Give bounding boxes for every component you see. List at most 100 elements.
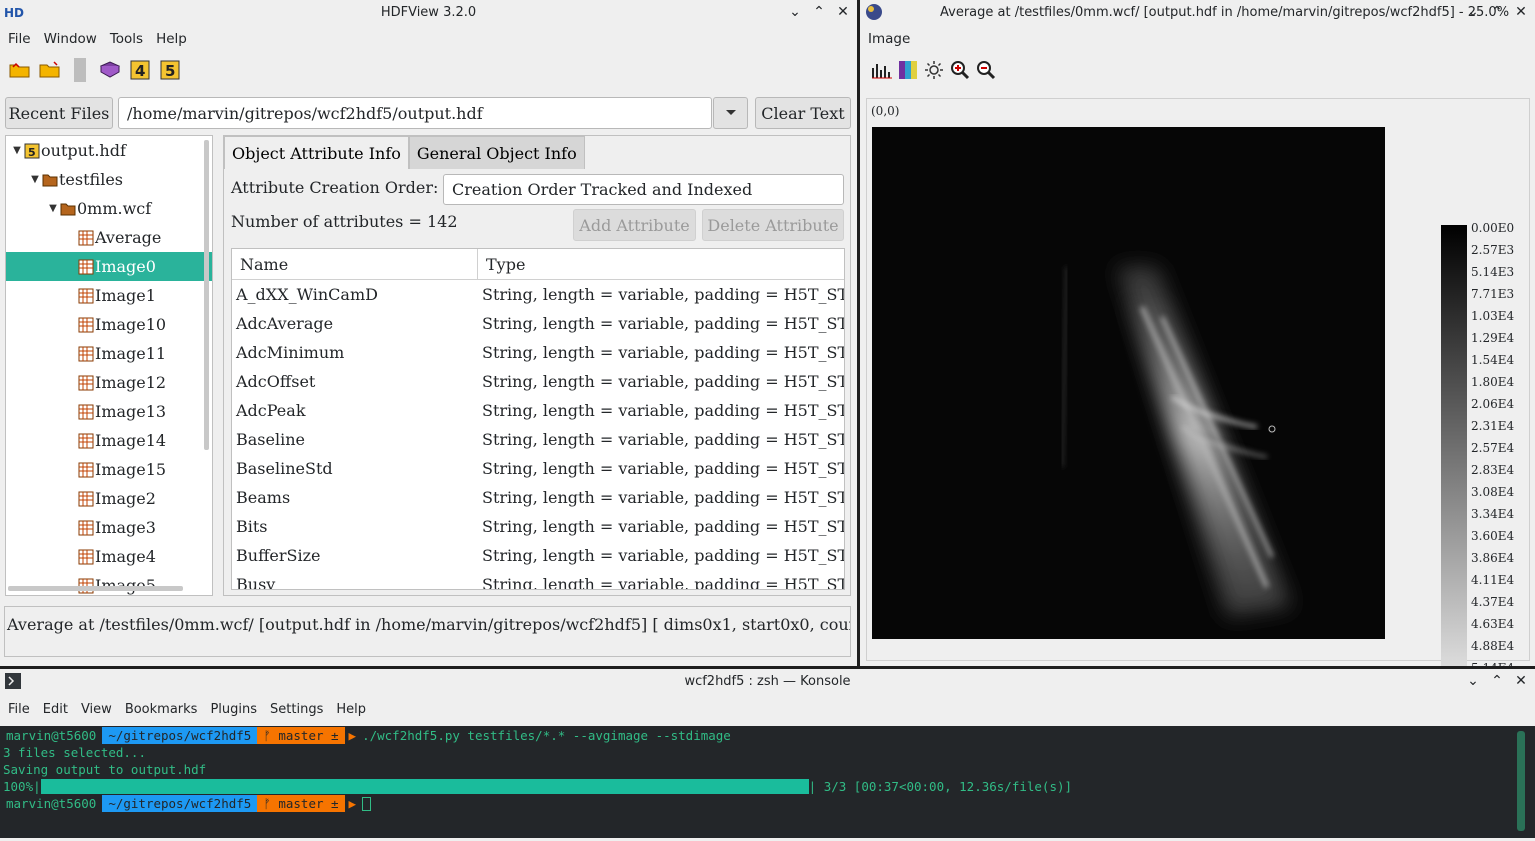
- maximize-icon[interactable]: ⌃: [809, 2, 829, 22]
- table-row[interactable]: BufferSize String, length = variable, pad…: [232, 541, 844, 570]
- minimize-icon[interactable]: ⌄: [1463, 2, 1483, 22]
- table-row[interactable]: Busy String, length = variable, padding =…: [232, 570, 844, 589]
- attribute-name-cell: AdcMinimum: [236, 343, 345, 362]
- image-dataset-icon: [78, 491, 94, 506]
- tree-item[interactable]: Image11: [6, 339, 212, 368]
- tree-item[interactable]: Image2: [6, 484, 212, 513]
- terminal-scrollbar[interactable]: [1517, 731, 1525, 831]
- expand-arrow-icon[interactable]: ▼: [46, 203, 60, 214]
- colorbar-label: 2.57E3: [1471, 243, 1515, 257]
- menu-file[interactable]: File: [3, 31, 36, 47]
- tree-item[interactable]: Image4: [6, 542, 212, 571]
- menu-settings[interactable]: Settings: [265, 702, 328, 717]
- table-row[interactable]: AdcPeak String, length = variable, paddin…: [232, 396, 844, 425]
- menu-window[interactable]: Window: [39, 31, 102, 47]
- colorbar-label: 7.71E3: [1471, 287, 1515, 301]
- command-text: ./wcf2hdf5.py testfiles/*.* --avgimage -…: [362, 728, 731, 743]
- tab-bar: Object Attribute Info General Object Inf…: [224, 136, 850, 169]
- attribute-type-cell: String, length = variable, padding = H5T…: [482, 372, 844, 391]
- terminal-output[interactable]: marvin@t5600 ~/gitrepos/wcf2hdf5 ᚠ maste…: [0, 726, 1535, 838]
- tree-item[interactable]: Image13: [6, 397, 212, 426]
- zoom-out-icon[interactable]: [974, 58, 998, 82]
- tree-item[interactable]: ▼ 0mm.wcf: [6, 194, 212, 223]
- menu-help[interactable]: Help: [331, 702, 371, 717]
- close-icon[interactable]: ✕: [833, 2, 853, 22]
- column-header-type[interactable]: Type: [478, 249, 844, 279]
- brightness-icon[interactable]: [922, 58, 946, 82]
- tree-item[interactable]: Average: [6, 223, 212, 252]
- recent-files-button[interactable]: Recent Files: [5, 97, 113, 129]
- table-row[interactable]: A_dXX_WinCamD String, length = variable, …: [232, 280, 844, 309]
- hdf-logo-icon: HDF: [4, 6, 24, 20]
- hdf4-icon[interactable]: 4: [128, 58, 152, 82]
- tree-item-label: 0mm.wcf: [77, 199, 152, 218]
- tree-item[interactable]: Image5: [6, 571, 212, 595]
- minimize-icon[interactable]: ⌄: [1463, 671, 1483, 691]
- tree-item[interactable]: Image3: [6, 513, 212, 542]
- tree-item-label: Image10: [95, 315, 167, 334]
- hdf5-icon[interactable]: 5: [158, 58, 182, 82]
- image-canvas-area[interactable]: (0,0) 0.00E0 2.57E3 5.14E3 7.71E3 1.03E4…: [866, 98, 1530, 666]
- book-icon[interactable]: [98, 58, 122, 82]
- table-row[interactable]: AdcOffset String, length = variable, padd…: [232, 367, 844, 396]
- chevron-down-icon[interactable]: [713, 97, 748, 129]
- colorbar-label: 5.14E3: [1471, 265, 1515, 279]
- maximize-icon[interactable]: ⌃: [1487, 671, 1507, 691]
- table-row[interactable]: Beams String, length = variable, padding …: [232, 483, 844, 512]
- tree-item[interactable]: ▼ 5 output.hdf: [6, 136, 212, 165]
- tree-item-label: Image2: [95, 489, 156, 508]
- delete-attribute-button[interactable]: Delete Attribute: [702, 209, 844, 241]
- menu-view[interactable]: View: [76, 702, 117, 717]
- new-folder-icon[interactable]: [38, 58, 62, 82]
- file-tree[interactable]: ▼ 5 output.hdf ▼ testfiles ▼ 0mm.wcf Average Ima…: [5, 135, 213, 596]
- tab-general-object-info[interactable]: General Object Info: [408, 136, 585, 169]
- table-row[interactable]: BaselineStd String, length = variable, pa…: [232, 454, 844, 483]
- tree-hscrollbar[interactable]: [8, 586, 183, 591]
- folder-icon: [60, 203, 76, 215]
- menu-bookmarks[interactable]: Bookmarks: [120, 702, 203, 717]
- expand-arrow-icon[interactable]: ▼: [10, 145, 24, 156]
- tree-item[interactable]: ▼ testfiles: [6, 165, 212, 194]
- table-row[interactable]: AdcMinimum String, length = variable, pad…: [232, 338, 844, 367]
- attribute-type-cell: String, length = variable, padding = H5T…: [482, 546, 844, 565]
- tree-item[interactable]: Image14: [6, 426, 212, 455]
- konsole-menubar: File Edit View Bookmarks Plugins Setting…: [0, 693, 1535, 725]
- palette-icon[interactable]: [896, 58, 920, 82]
- tree-scrollbar[interactable]: [204, 140, 209, 450]
- zoom-in-icon[interactable]: [948, 58, 972, 82]
- open-folder-icon[interactable]: [8, 58, 32, 82]
- attribute-name-cell: Baseline: [236, 430, 305, 449]
- menu-file[interactable]: File: [3, 702, 35, 717]
- attribute-name-cell: AdcPeak: [236, 401, 306, 420]
- column-header-name[interactable]: Name: [232, 249, 478, 279]
- colorbar-label: 1.03E4: [1471, 309, 1515, 323]
- menu-image[interactable]: Image: [863, 31, 915, 47]
- tree-item[interactable]: Image0: [6, 252, 212, 281]
- tree-item[interactable]: Image15: [6, 455, 212, 484]
- beam-image[interactable]: [872, 127, 1385, 639]
- image-dataset-icon: [78, 259, 94, 274]
- clear-text-button[interactable]: Clear Text: [755, 97, 851, 129]
- maximize-icon[interactable]: ⌃: [1487, 2, 1507, 22]
- expand-arrow-icon[interactable]: ▼: [28, 174, 42, 185]
- colorbar-label: 3.34E4: [1471, 507, 1515, 521]
- table-row[interactable]: Bits String, length = variable, padding =…: [232, 512, 844, 541]
- histogram-icon[interactable]: [870, 58, 894, 82]
- image-dataset-icon: [78, 520, 94, 535]
- tree-item[interactable]: Image12: [6, 368, 212, 397]
- tree-item[interactable]: Image10: [6, 310, 212, 339]
- menu-tools[interactable]: Tools: [105, 31, 148, 47]
- tree-item[interactable]: Image1: [6, 281, 212, 310]
- menu-edit[interactable]: Edit: [38, 702, 73, 717]
- menu-help[interactable]: Help: [151, 31, 192, 47]
- table-row[interactable]: AdcAverage String, length = variable, pad…: [232, 309, 844, 338]
- file-path-field[interactable]: /home/marvin/gitrepos/wcf2hdf5/output.hd…: [118, 97, 712, 129]
- attribute-type-cell: String, length = variable, padding = H5T…: [482, 314, 844, 333]
- tab-object-attribute-info[interactable]: Object Attribute Info: [224, 136, 409, 169]
- close-icon[interactable]: ✕: [1511, 2, 1531, 22]
- table-row[interactable]: Baseline String, length = variable, paddi…: [232, 425, 844, 454]
- close-icon[interactable]: ✕: [1511, 671, 1531, 691]
- menu-plugins[interactable]: Plugins: [205, 702, 262, 717]
- add-attribute-button[interactable]: Add Attribute: [573, 209, 696, 241]
- minimize-icon[interactable]: ⌄: [785, 2, 805, 22]
